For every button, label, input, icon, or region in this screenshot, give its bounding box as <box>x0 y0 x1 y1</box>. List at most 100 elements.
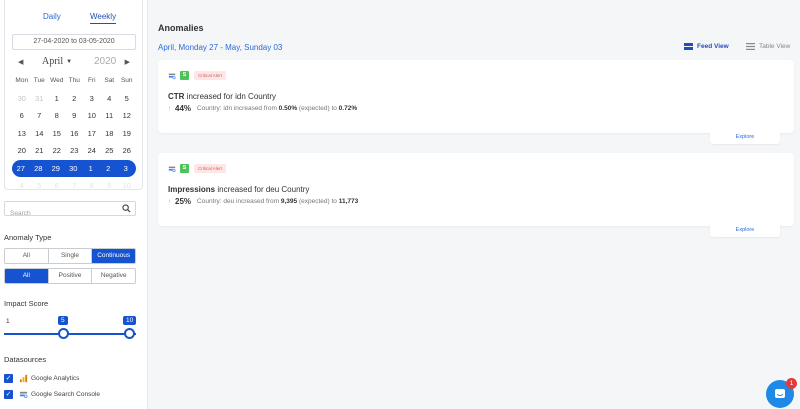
expected-value: 9,395 <box>280 198 298 205</box>
selected-week[interactable]: 27 28 29 30 1 2 3 <box>12 159 136 177</box>
checkbox-checked-icon[interactable]: ✓ <box>4 390 13 399</box>
datasource-google-analytics[interactable]: ✓ Google Analytics <box>4 374 79 383</box>
month-label: April <box>42 56 64 67</box>
search-box <box>4 201 136 220</box>
headline-text: increased for idn Country <box>184 92 277 101</box>
slider-handle-low[interactable] <box>58 328 69 339</box>
search-console-icon <box>19 391 28 399</box>
calendar-day[interactable]: 3 <box>83 94 101 103</box>
calendar-day[interactable]: 30 <box>13 94 31 103</box>
calendar-day[interactable]: 15 <box>48 129 66 138</box>
table-view-label: Table View <box>759 43 791 50</box>
feed-view-button[interactable]: Feed View <box>684 43 729 50</box>
search-input[interactable] <box>5 207 115 220</box>
severity-badge: S <box>180 164 189 173</box>
calendar-week[interactable]: 30 31 1 2 3 4 5 <box>13 90 137 108</box>
calendar-day[interactable]: 9 <box>66 111 84 120</box>
calendar-week[interactable]: 13 14 15 16 17 18 19 <box>13 125 137 143</box>
filter-negative[interactable]: Negative <box>92 269 135 283</box>
datasources-title: Datasources <box>4 355 47 364</box>
calendar-day[interactable]: 23 <box>66 146 84 155</box>
calendar-day[interactable]: 19 <box>118 129 136 138</box>
calendar-day[interactable]: 24 <box>83 146 101 155</box>
feed-view-label: Feed View <box>697 43 729 50</box>
search-icon[interactable] <box>122 204 131 213</box>
table-view-button[interactable]: Table View <box>746 43 790 50</box>
card-header: S Critical Alert <box>168 71 227 80</box>
detail-text: Country: deu increased from <box>197 198 280 205</box>
calendar-day[interactable]: 14 <box>31 129 49 138</box>
critical-alert-tag: Critical Alert <box>194 164 227 173</box>
explore-button[interactable]: Explore <box>710 131 780 144</box>
filter-single[interactable]: Single <box>49 249 93 263</box>
weekday-label: Fri <box>87 77 96 85</box>
slider-value-tag: 5 <box>58 316 68 325</box>
detail-text: (expected) to <box>298 105 337 112</box>
anomaly-card[interactable]: S Critical Alert CTR increased for idn C… <box>158 60 794 133</box>
calendar-day[interactable]: 28 <box>30 164 48 173</box>
calendar-week[interactable]: 4 5 6 7 8 9 10 <box>13 177 137 195</box>
calendar-grid: Mon Tue Wed Thu Fri Sat Sun 30 31 1 2 3 … <box>12 72 137 195</box>
google-analytics-icon <box>19 374 28 383</box>
explore-button[interactable]: Explore <box>710 224 780 237</box>
checkbox-checked-icon[interactable]: ✓ <box>4 374 13 383</box>
calendar-day[interactable]: 13 <box>13 129 31 138</box>
calendar-day[interactable]: 8 <box>83 181 101 190</box>
calendar-day[interactable]: 2 <box>66 94 84 103</box>
filter-continuous[interactable]: Continuous <box>92 249 135 263</box>
calendar-day[interactable]: 30 <box>65 164 83 173</box>
slider-handle-high[interactable] <box>124 328 135 339</box>
calendar-day[interactable]: 1 <box>48 94 66 103</box>
calendar-day[interactable]: 4 <box>13 181 31 190</box>
calendar-day[interactable]: 21 <box>31 146 49 155</box>
filter-positive[interactable]: Positive <box>49 269 93 283</box>
calendar-day[interactable]: 9 <box>101 181 119 190</box>
date-range-field[interactable]: 27-04-2020 to 03-05-2020 <box>12 34 136 50</box>
calendar-day[interactable]: 31 <box>31 94 49 103</box>
filter-all-direction[interactable]: All <box>5 269 49 283</box>
next-month-icon[interactable]: ▶ <box>125 58 130 66</box>
calendar-day[interactable]: 3 <box>117 164 135 173</box>
datasource-google-search-console[interactable]: ✓ Google Search Console <box>4 390 100 399</box>
impact-score-slider[interactable]: 1 5 10 <box>4 315 137 345</box>
month-select[interactable]: April ▼ <box>42 56 72 67</box>
anomaly-card[interactable]: S Critical Alert Impressions increased f… <box>158 153 794 226</box>
calendar-day[interactable]: 27 <box>12 164 30 173</box>
year-select[interactable]: 2020 <box>94 56 116 67</box>
table-view-icon <box>746 43 755 50</box>
calendar-day[interactable]: 6 <box>48 181 66 190</box>
detail-text: Country: idn increased from <box>197 105 277 112</box>
calendar-day[interactable]: 7 <box>66 181 84 190</box>
calendar-day[interactable]: 12 <box>118 111 136 120</box>
calendar-day[interactable]: 26 <box>118 146 136 155</box>
calendar-day[interactable]: 5 <box>118 94 136 103</box>
calendar-day[interactable]: 17 <box>83 129 101 138</box>
prev-month-icon[interactable]: ◀ <box>18 58 23 66</box>
calendar-day[interactable]: 16 <box>66 129 84 138</box>
actual-value: 11,773 <box>338 198 359 205</box>
calendar-day[interactable]: 18 <box>101 129 119 138</box>
actual-value: 0.72% <box>338 105 358 112</box>
calendar-day[interactable]: 1 <box>82 164 100 173</box>
calendar-day[interactable]: 7 <box>31 111 49 120</box>
calendar-day[interactable]: 20 <box>13 146 31 155</box>
calendar-week[interactable]: 20 21 22 23 24 25 26 <box>13 142 137 160</box>
sidebar: Daily Weekly 27-04-2020 to 03-05-2020 ◀ … <box>0 0 148 409</box>
calendar-day[interactable]: 5 <box>31 181 49 190</box>
calendar-day[interactable]: 6 <box>13 111 31 120</box>
calendar-day[interactable]: 22 <box>48 146 66 155</box>
calendar-day[interactable]: 10 <box>118 181 136 190</box>
calendar-day[interactable]: 11 <box>101 111 119 120</box>
change-percent: 25% <box>175 197 192 206</box>
slider-track[interactable] <box>4 333 136 335</box>
calendar-day[interactable]: 8 <box>48 111 66 120</box>
calendar-day[interactable]: 25 <box>101 146 119 155</box>
calendar-day[interactable]: 4 <box>101 94 119 103</box>
calendar-day[interactable]: 2 <box>100 164 118 173</box>
calendar-day[interactable]: 29 <box>47 164 65 173</box>
weekly-toggle[interactable]: Weekly <box>90 12 117 24</box>
calendar-day[interactable]: 10 <box>83 111 101 120</box>
daily-toggle[interactable]: Daily <box>43 12 61 21</box>
calendar-week[interactable]: 6 7 8 9 10 11 12 <box>13 107 137 125</box>
filter-all-duration[interactable]: All <box>5 249 49 263</box>
